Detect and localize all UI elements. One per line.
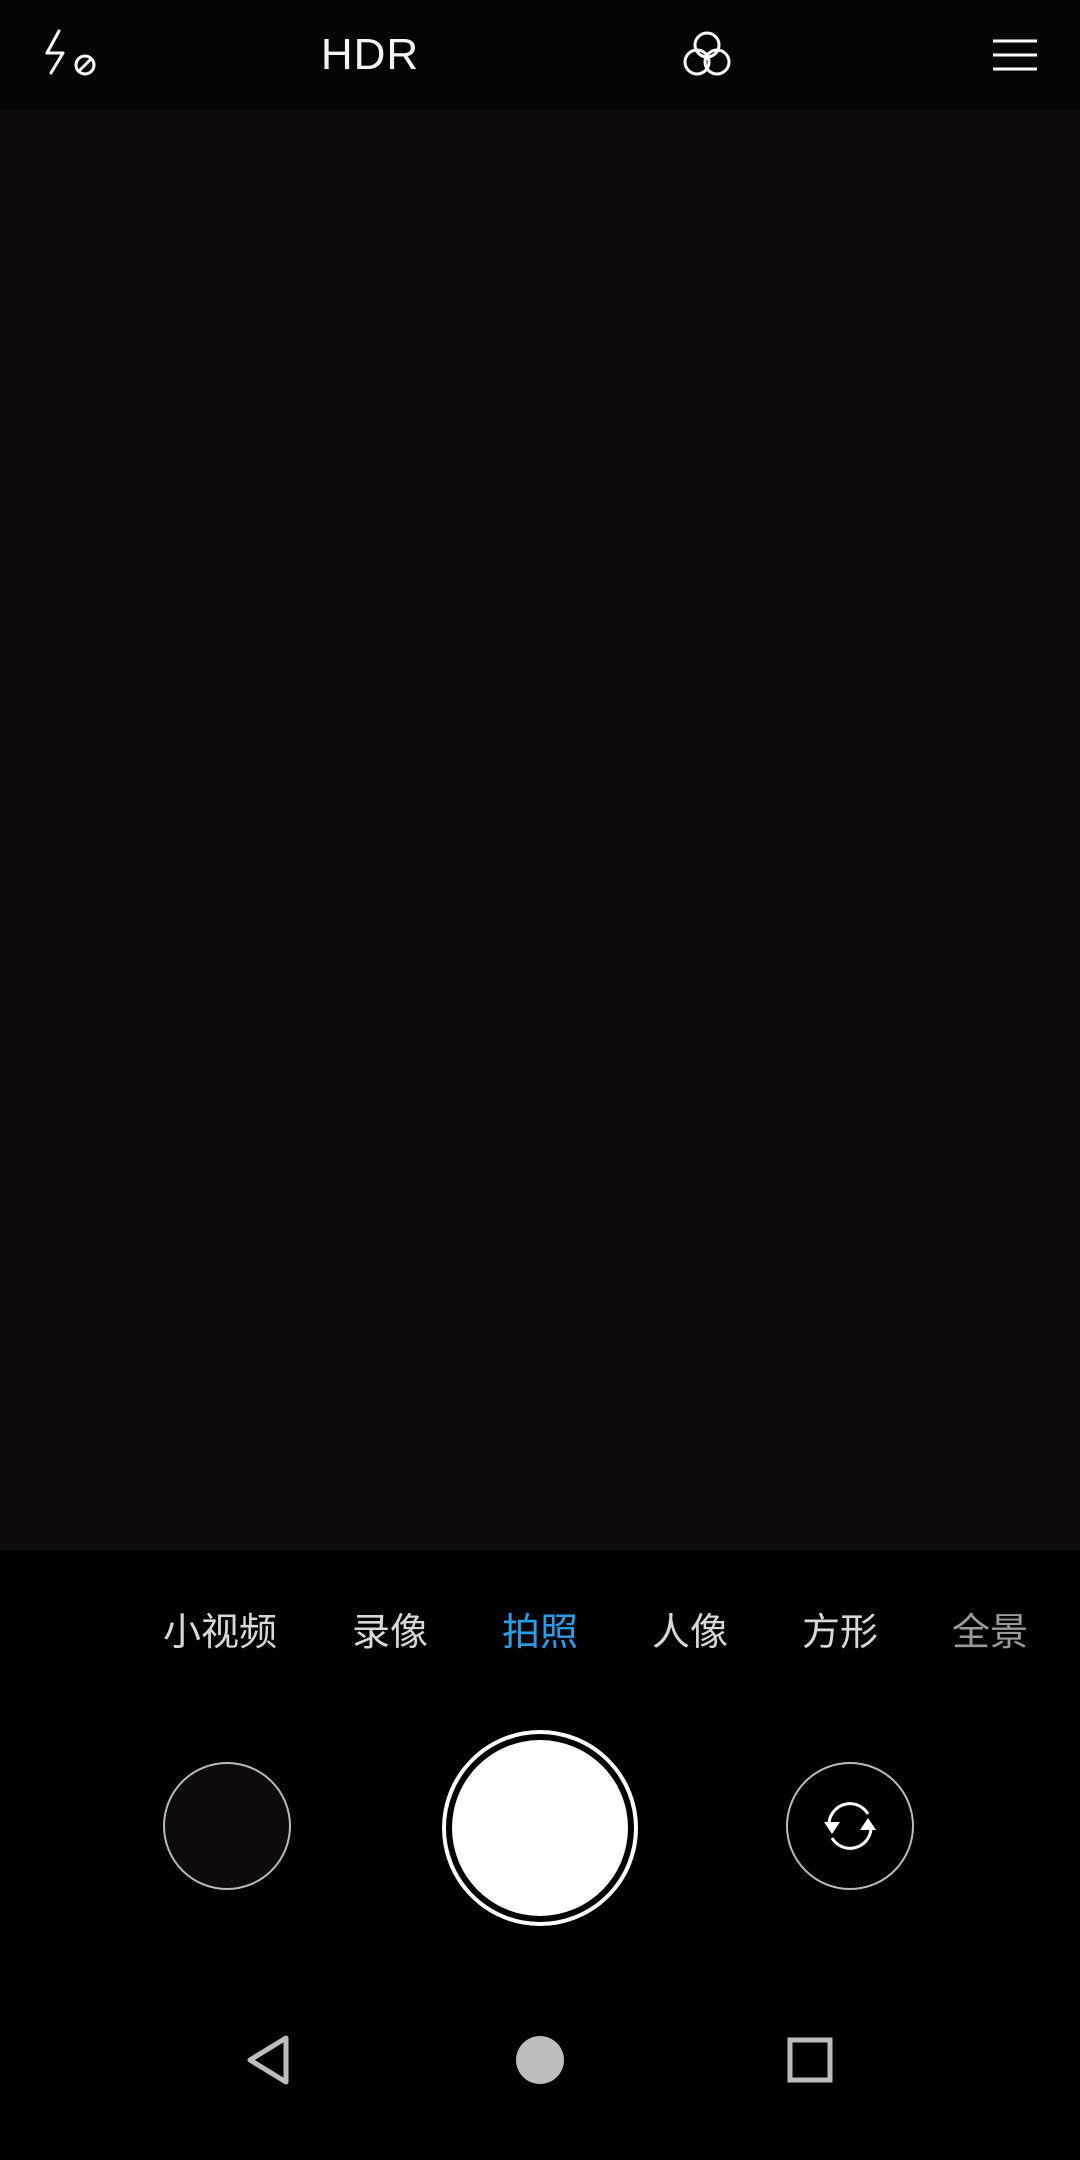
mode-photo[interactable]: 拍照 [502,1604,578,1660]
switch-camera-icon [824,1802,876,1850]
camera-viewfinder[interactable] [0,110,1080,1550]
top-toolbar: HDR [0,0,1080,110]
shutter-icon [452,1740,628,1916]
filter-button[interactable] [670,0,744,110]
back-triangle-icon [247,2035,289,2085]
flash-toggle-button[interactable] [30,0,110,110]
hdr-label: HDR [320,30,420,79]
nav-home-button[interactable] [500,2020,580,2100]
menu-icon [993,39,1037,71]
shutter-button[interactable] [442,1730,638,1926]
nav-back-button[interactable] [230,2020,310,2100]
hdr-button[interactable]: HDR [300,0,440,110]
flash-off-icon [45,29,96,76]
gallery-thumbnail[interactable] [163,1762,291,1890]
recents-square-icon [787,2037,833,2083]
capture-controls [0,1690,1080,1960]
filter-circles-icon [683,31,731,76]
mode-selector: 小视频 录像 拍照 人像 方形 全景 [0,1550,1080,1690]
home-circle-icon [516,2036,564,2084]
mode-portrait[interactable]: 人像 [652,1604,728,1660]
nav-recents-button[interactable] [770,2020,850,2100]
mode-panorama[interactable]: 全景 [952,1604,1028,1660]
menu-button[interactable] [985,0,1045,110]
mode-short-video[interactable]: 小视频 [163,1604,277,1660]
system-nav-bar [0,1960,1080,2160]
mode-video[interactable]: 录像 [352,1604,428,1660]
mode-square[interactable]: 方形 [802,1604,878,1660]
switch-camera-button[interactable] [786,1762,914,1890]
